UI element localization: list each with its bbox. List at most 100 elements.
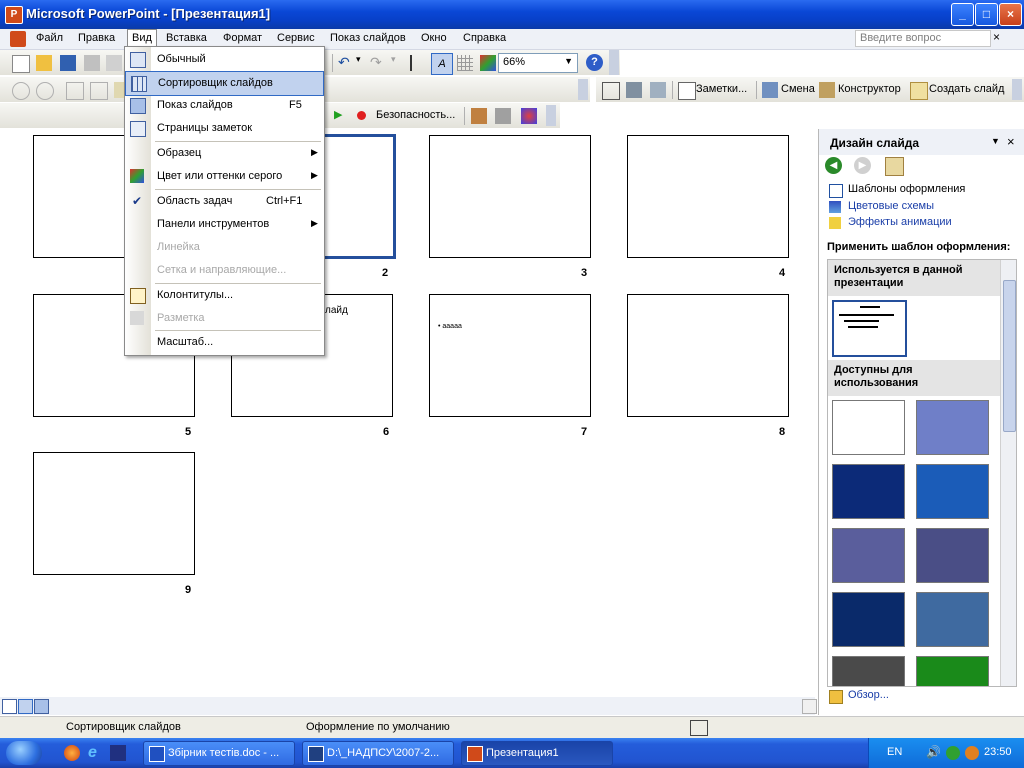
slide-show-view-icon[interactable] (34, 699, 49, 714)
menu-item-color-grayscale[interactable]: Цвет или оттенки серого ▶ (125, 165, 324, 188)
taskbar-item-powerpoint[interactable]: Презентация1 (461, 741, 613, 766)
color-grayscale-icon[interactable] (480, 55, 496, 71)
taskbar-item-folder[interactable]: D:\_НАДПСУ\2007-2... (302, 741, 454, 766)
refresh-icon[interactable] (90, 82, 108, 100)
template-thumb-current[interactable] (832, 300, 907, 357)
gallery-scrollbar[interactable] (1000, 260, 1016, 686)
new-document-icon[interactable] (12, 55, 30, 73)
color-schemes-link[interactable]: Цветовые схемы (848, 200, 934, 212)
scrollbar-thumb[interactable] (1003, 280, 1016, 432)
minimize-button[interactable]: _ (951, 3, 974, 26)
document-close-button[interactable]: × (993, 30, 1000, 44)
template-thumb[interactable] (832, 400, 905, 455)
hide-slide-icon[interactable] (602, 82, 620, 100)
maximize-button[interactable]: □ (975, 3, 998, 26)
menu-insert[interactable]: Вставка (166, 32, 207, 44)
redo-dropdown-icon[interactable]: ▾ (391, 54, 396, 65)
home-icon[interactable] (885, 157, 904, 176)
menu-edit[interactable]: Правка (78, 32, 115, 44)
menu-view[interactable]: Вид (127, 29, 157, 46)
transition-icon[interactable] (762, 82, 778, 98)
menu-slideshow[interactable]: Показ слайдов (330, 32, 406, 44)
firefox-icon[interactable] (64, 745, 80, 761)
slide-thumbnail-3[interactable] (429, 135, 591, 258)
slide-sorter-view-icon[interactable] (18, 699, 33, 714)
permission-icon[interactable] (84, 55, 100, 71)
clock[interactable]: 23:50 (984, 746, 1012, 758)
normal-view-icon[interactable] (2, 699, 17, 714)
menu-item-slide-sorter[interactable]: Сортировщик слайдов (125, 71, 324, 96)
menu-item-header-footer[interactable]: Колонтитулы... (125, 284, 324, 307)
forward-icon[interactable] (36, 82, 54, 100)
menu-item-master[interactable]: Образец ▶ (125, 142, 324, 165)
back-icon[interactable] (12, 82, 30, 100)
template-thumb[interactable] (916, 528, 989, 583)
zoom-select[interactable]: 66% ▼ (498, 53, 578, 73)
menu-item-slide-show[interactable]: Показ слайдов F5 (125, 94, 324, 117)
new-slide-button[interactable]: Создать слайд (929, 83, 1004, 95)
internet-explorer-icon[interactable]: e (88, 744, 97, 762)
show-grid-icon[interactable] (457, 55, 473, 71)
save-icon[interactable] (60, 55, 76, 71)
play-icon[interactable]: ▶ (334, 108, 342, 121)
toolbar-options-icon[interactable] (578, 79, 588, 100)
transition-button[interactable]: Смена (781, 83, 815, 95)
security-button[interactable]: Безопасность... (376, 109, 455, 121)
task-pane-menu-icon[interactable]: ▼ (991, 136, 1000, 146)
summary-slide-icon[interactable] (650, 82, 666, 98)
visual-basic-icon[interactable] (471, 108, 487, 124)
design-button[interactable]: Конструктор (838, 83, 901, 95)
forward-icon[interactable]: ▶ (854, 157, 871, 174)
animation-schemes-link[interactable]: Эффекты анимации (848, 216, 952, 228)
undo-dropdown-icon[interactable]: ▾ (356, 54, 361, 65)
slide-thumbnail-7[interactable]: • ааааа (429, 294, 591, 417)
template-thumb[interactable] (916, 464, 989, 519)
menu-item-normal[interactable]: Обычный (125, 48, 324, 71)
template-thumb[interactable] (916, 592, 989, 647)
show-formatting-icon[interactable]: A (431, 53, 453, 75)
template-thumb[interactable] (832, 464, 905, 519)
menu-help[interactable]: Справка (463, 32, 506, 44)
close-button[interactable]: × (999, 3, 1022, 26)
rehearse-timings-icon[interactable] (626, 82, 642, 98)
undo-icon[interactable]: ↶ (338, 54, 350, 71)
language-indicator[interactable]: EN (887, 746, 902, 758)
taskbar-item-word[interactable]: Збірник тестів.doc - ... (143, 741, 295, 766)
spelling-check-icon[interactable] (690, 720, 708, 736)
document-icon[interactable] (10, 31, 26, 47)
slide-thumbnail-9[interactable] (33, 452, 195, 575)
menu-item-zoom[interactable]: Масштаб... (125, 331, 324, 354)
redo-icon[interactable]: ↷ (370, 54, 382, 71)
menu-tools[interactable]: Сервис (277, 32, 315, 44)
help-question-input[interactable]: Введите вопрос (855, 30, 991, 47)
toolbar-options-icon[interactable] (609, 50, 619, 75)
start-button[interactable] (6, 741, 42, 765)
powerpoint-app-icon[interactable]: P (5, 6, 23, 24)
quicklaunch-icon[interactable] (110, 745, 126, 761)
slide-thumbnail-8[interactable] (627, 294, 789, 417)
template-thumb[interactable] (832, 656, 905, 686)
notes-button[interactable]: Заметки... (696, 83, 747, 95)
menu-item-task-pane[interactable]: ✔ Область задач Ctrl+F1 (125, 190, 324, 213)
toolbar-options-icon[interactable] (546, 105, 556, 126)
notes-icon[interactable] (678, 82, 696, 100)
design-mode-icon[interactable] (521, 108, 537, 124)
expand-all-icon[interactable] (410, 55, 428, 71)
back-icon[interactable]: ◀ (825, 157, 842, 174)
menu-format[interactable]: Формат (223, 32, 262, 44)
slide-thumbnail-4[interactable] (627, 135, 789, 258)
design-templates-link[interactable]: Шаблоны оформления (848, 183, 965, 195)
new-slide-icon[interactable] (910, 82, 928, 100)
menu-item-toolbars[interactable]: Панели инструментов ▶ (125, 213, 324, 236)
open-folder-icon[interactable] (36, 55, 52, 71)
browse-link[interactable]: Обзор... (848, 689, 889, 701)
menu-item-notes-page[interactable]: Страницы заметок (125, 117, 324, 140)
template-thumb[interactable] (916, 656, 989, 686)
email-icon[interactable] (106, 55, 122, 71)
template-thumb[interactable] (916, 400, 989, 455)
tools-icon[interactable] (495, 108, 511, 124)
menu-file[interactable]: Файл (36, 32, 63, 44)
tray-app-icon[interactable] (965, 746, 979, 760)
toolbar-options-icon[interactable] (1012, 79, 1022, 100)
task-pane-close-icon[interactable]: × (1007, 134, 1015, 149)
